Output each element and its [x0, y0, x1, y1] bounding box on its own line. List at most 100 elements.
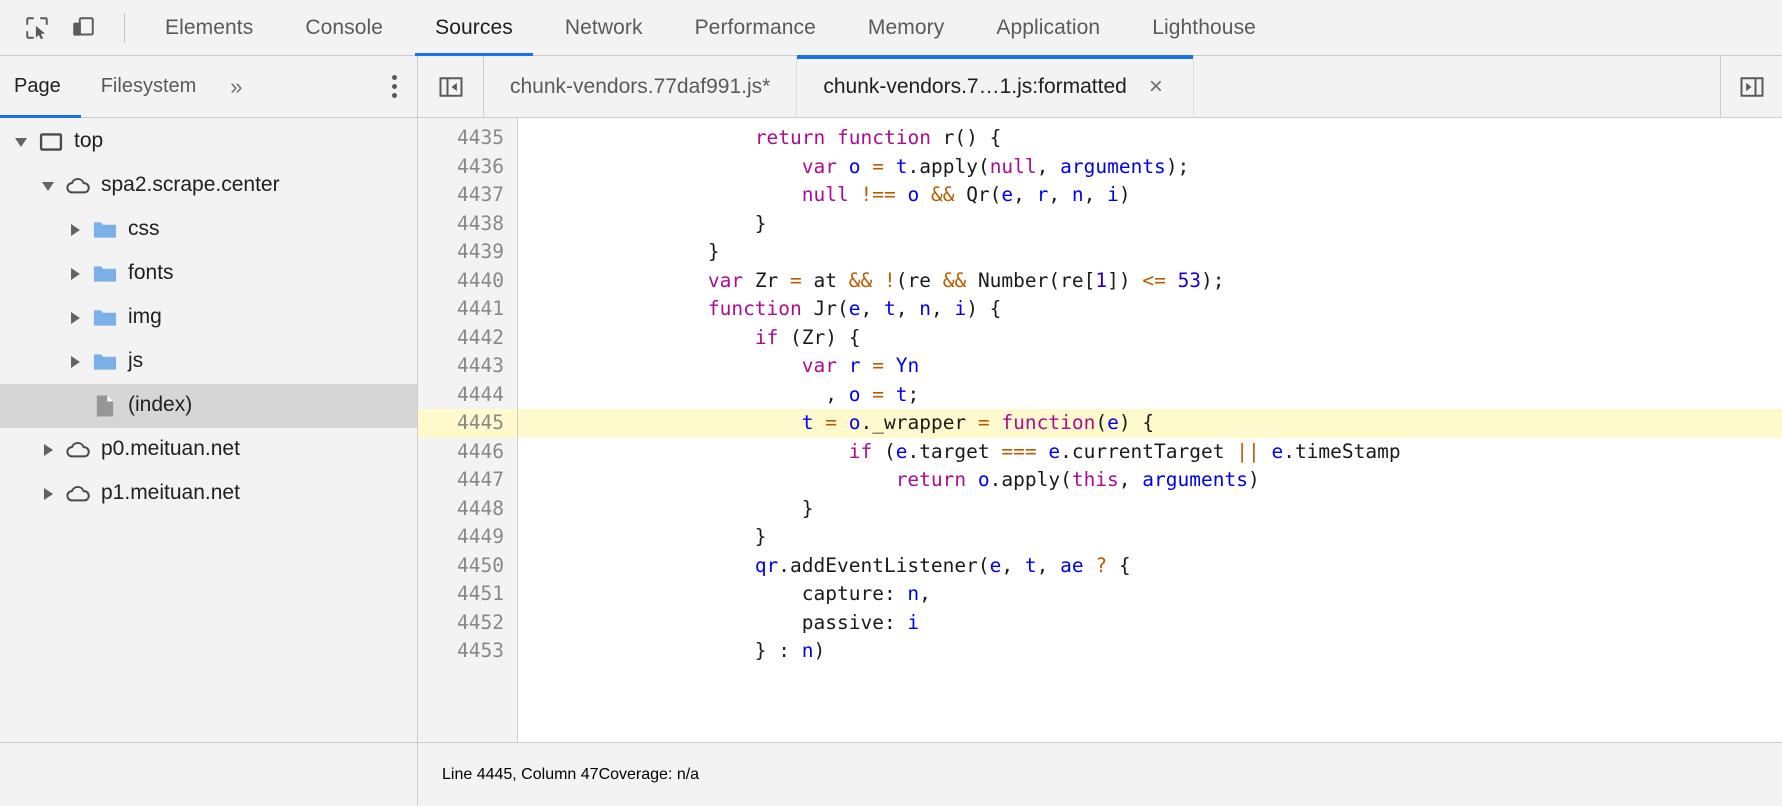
- code-line[interactable]: if (Zr) {: [518, 324, 1782, 353]
- editor-pane: chunk-vendors.77daf991.js* chunk-vendors…: [418, 55, 1782, 742]
- close-icon[interactable]: ×: [1145, 74, 1167, 98]
- code-line[interactable]: var Zr = at && !(re && Number(re[1]) <= …: [518, 267, 1782, 296]
- editor-status-bar: Line 4445, Column 47 Coverage: n/a: [0, 742, 1782, 806]
- line-number[interactable]: 4435: [418, 124, 517, 153]
- code-line[interactable]: function Jr(e, t, n, i) {: [518, 295, 1782, 324]
- coverage-label[interactable]: Coverage: n/a: [599, 766, 700, 784]
- editor-tab-chunk-vendors[interactable]: chunk-vendors.77daf991.js*: [484, 56, 798, 117]
- chevron-double-right-icon[interactable]: »: [216, 56, 256, 117]
- tab-memory[interactable]: Memory: [842, 0, 970, 56]
- chevron-right-icon[interactable]: [62, 208, 88, 252]
- line-number[interactable]: 4444: [418, 381, 517, 410]
- line-number[interactable]: 4437: [418, 181, 517, 210]
- navigator-tab-page[interactable]: Page: [0, 56, 81, 118]
- code-line[interactable]: }: [518, 238, 1782, 267]
- line-number[interactable]: 4448: [418, 495, 517, 524]
- editor-tab-chunk-vendors-label: chunk-vendors.77daf991.js*: [510, 74, 771, 98]
- file-tree-item-p0-meituan-net[interactable]: p0.meituan.net: [0, 428, 417, 472]
- file-tree-item-label: js: [128, 349, 144, 372]
- line-number[interactable]: 4451: [418, 580, 517, 609]
- navigator-tab-filesystem-label: Filesystem: [100, 75, 197, 97]
- editor-tab-chunk-vendors-formatted-label: chunk-vendors.7…1.js:formatted: [823, 74, 1127, 98]
- file-tree-item-img[interactable]: img: [0, 296, 417, 340]
- file-tree-item-label: spa2.scrape.center: [101, 173, 280, 196]
- inspect-element-icon[interactable]: [14, 8, 60, 48]
- file-tree-item-top[interactable]: top: [0, 120, 417, 164]
- chevron-down-icon[interactable]: [8, 120, 34, 164]
- sources-panel: Page Filesystem » top spa2.scrape.center c…: [0, 55, 1782, 742]
- line-number[interactable]: 4445: [418, 409, 517, 438]
- line-number[interactable]: 4452: [418, 609, 517, 638]
- tab-elements[interactable]: Elements: [139, 0, 279, 56]
- code-line[interactable]: var o = t.apply(null, arguments);: [518, 153, 1782, 182]
- file-tree-item-js[interactable]: js: [0, 340, 417, 384]
- line-number[interactable]: 4446: [418, 438, 517, 467]
- device-toolbar-icon[interactable]: [60, 8, 106, 48]
- chevron-right-icon[interactable]: [62, 340, 88, 384]
- file-tree-item-spa2-scrape-center[interactable]: spa2.scrape.center: [0, 164, 417, 208]
- code-editor[interactable]: 4435 4436 4437 4438 4439 4440 4441 4442 4443 4444…: [418, 118, 1782, 742]
- tab-performance[interactable]: Performance: [669, 0, 842, 56]
- code-line[interactable]: var r = Yn: [518, 352, 1782, 381]
- code-line[interactable]: t = o._wrapper = function(e) {: [518, 409, 1782, 438]
- file-tree-item-label: (index): [128, 393, 193, 416]
- line-number[interactable]: 4441: [418, 295, 517, 324]
- line-number[interactable]: 4450: [418, 552, 517, 581]
- line-number[interactable]: 4440: [418, 267, 517, 296]
- line-number[interactable]: 4447: [418, 466, 517, 495]
- cloud-icon: [61, 436, 95, 464]
- code-line[interactable]: if (e.target === e.currentTarget || e.ti…: [518, 438, 1782, 467]
- line-number[interactable]: 4443: [418, 352, 517, 381]
- navigator-tab-page-label: Page: [14, 75, 61, 97]
- toolbar-divider: [124, 12, 125, 43]
- file-tree-item-label: p0.meituan.net: [101, 437, 240, 460]
- chevron-right-icon[interactable]: [35, 472, 61, 516]
- code-line[interactable]: }: [518, 495, 1782, 524]
- editor-tab-chunk-vendors-formatted[interactable]: chunk-vendors.7…1.js:formatted ×: [797, 55, 1194, 117]
- code-line[interactable]: , o = t;: [518, 381, 1782, 410]
- line-number[interactable]: 4438: [418, 210, 517, 239]
- file-tree-item-fonts[interactable]: fonts: [0, 252, 417, 296]
- code-line[interactable]: capture: n,: [518, 580, 1782, 609]
- tab-sources-label: Sources: [435, 15, 513, 39]
- tab-elements-label: Elements: [165, 15, 254, 39]
- tab-lighthouse[interactable]: Lighthouse: [1126, 0, 1282, 56]
- line-number[interactable]: 4439: [418, 238, 517, 267]
- tab-application[interactable]: Application: [970, 0, 1126, 56]
- code-line[interactable]: return function r() {: [518, 124, 1782, 153]
- file-tree-item-css[interactable]: css: [0, 208, 417, 252]
- cloud-icon: [61, 480, 95, 508]
- navigator-tab-filesystem[interactable]: Filesystem: [81, 56, 217, 117]
- file-tree-item-index[interactable]: (index): [0, 384, 417, 428]
- cloud-icon: [61, 172, 95, 200]
- line-number[interactable]: 4449: [418, 523, 517, 552]
- code-line[interactable]: null !== o && Qr(e, r, n, i): [518, 181, 1782, 210]
- code-line[interactable]: qr.addEventListener(e, t, ae ? {: [518, 552, 1782, 581]
- line-number[interactable]: 4442: [418, 324, 517, 353]
- tab-console[interactable]: Console: [279, 0, 409, 56]
- show-navigator-icon[interactable]: [418, 56, 484, 117]
- code-line[interactable]: passive: i: [518, 609, 1782, 638]
- more-tabs-icon[interactable]: [1720, 56, 1782, 117]
- line-number[interactable]: 4453: [418, 637, 517, 666]
- chevron-down-icon[interactable]: [35, 164, 61, 208]
- code-line[interactable]: } : n): [518, 637, 1782, 666]
- tab-network[interactable]: Network: [539, 0, 669, 56]
- line-number[interactable]: 4436: [418, 153, 517, 182]
- tab-console-label: Console: [305, 15, 384, 39]
- folder-icon: [88, 304, 122, 332]
- file-tree-item-p1-meituan-net[interactable]: p1.meituan.net: [0, 472, 417, 516]
- line-number-gutter: 4435 4436 4437 4438 4439 4440 4441 4442 4443 4444…: [418, 118, 518, 742]
- more-options-icon[interactable]: [371, 56, 417, 117]
- chevron-right-icon[interactable]: [35, 428, 61, 472]
- code-line[interactable]: }: [518, 210, 1782, 239]
- file-tree: top spa2.scrape.center css fonts img js (index…: [0, 118, 417, 742]
- chevron-right-icon[interactable]: [62, 296, 88, 340]
- code-line[interactable]: }: [518, 523, 1782, 552]
- chevron-right-icon[interactable]: [62, 252, 88, 296]
- folder-icon: [88, 348, 122, 376]
- tab-sources[interactable]: Sources: [409, 0, 539, 56]
- code-line[interactable]: return o.apply(this, arguments): [518, 466, 1782, 495]
- code-content[interactable]: return function r() { var o = t.apply(nu…: [518, 118, 1782, 742]
- status-bar-left-spacer: [0, 743, 418, 806]
